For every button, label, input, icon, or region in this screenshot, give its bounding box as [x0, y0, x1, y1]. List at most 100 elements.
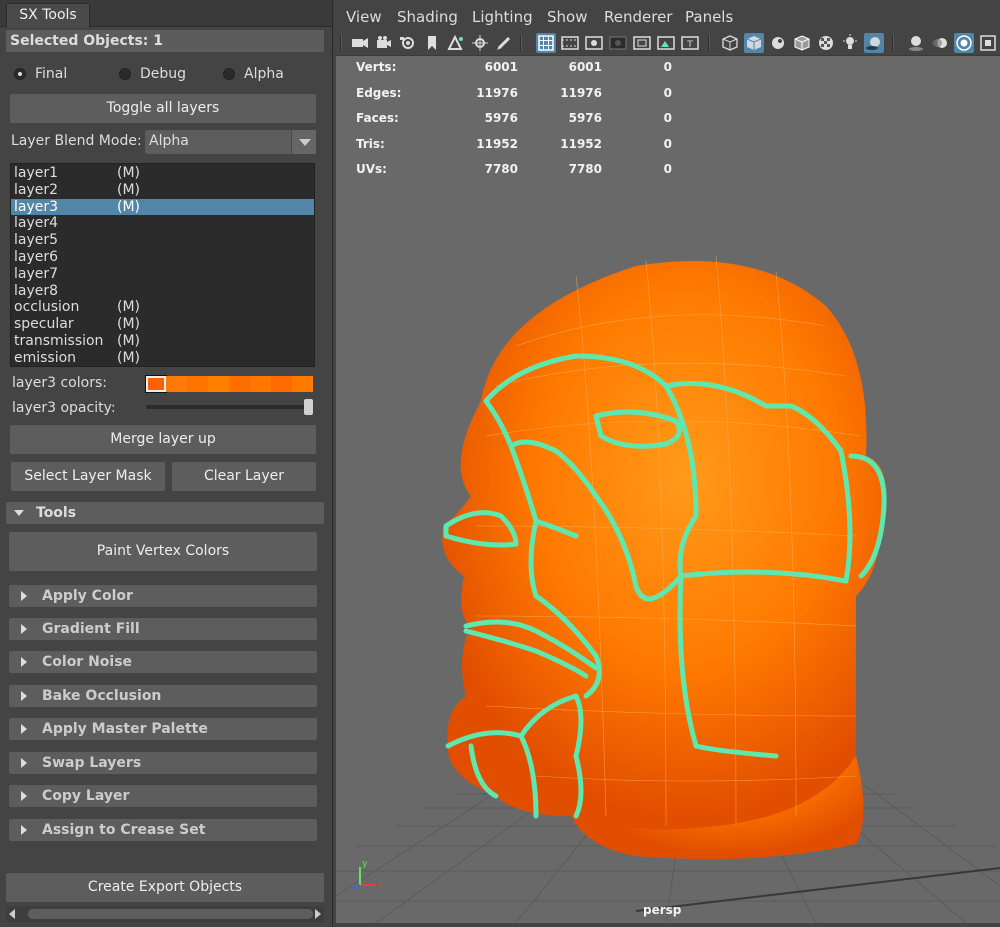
horizontal-scrollbar[interactable] [6, 906, 324, 922]
layer-row[interactable]: layer5 [11, 232, 314, 249]
camera-attributes-icon[interactable] [374, 33, 394, 53]
camera-icon[interactable] [350, 33, 370, 53]
motion-blur-icon[interactable] [930, 33, 950, 53]
active-color-swatch[interactable] [145, 375, 167, 393]
safe-title-icon[interactable]: T [680, 33, 700, 53]
menu-lighting[interactable]: Lighting [472, 8, 533, 26]
layer-colors-label: layer3 colors: [12, 375, 107, 391]
select-layer-mask-button[interactable]: Select Layer Mask [11, 462, 165, 491]
anti-aliasing-icon[interactable] [954, 33, 974, 53]
layer-row[interactable]: layer7 [11, 266, 314, 283]
color-swatch[interactable] [187, 376, 208, 392]
hud-value: 6001 [484, 60, 518, 74]
hud-value: 0 [663, 60, 672, 74]
layer-row[interactable]: layer4 [11, 215, 314, 232]
layer-row[interactable]: layer8 [11, 283, 314, 300]
layer-row[interactable]: occlusion (M) [11, 299, 314, 316]
shadows-icon[interactable] [864, 33, 884, 53]
layer-list[interactable]: layer1 (M) layer2 (M) layer3 (M) layer4 layer5 l… [10, 163, 315, 367]
viewport-menubar: View Shading Lighting Show Renderer Pane… [334, 0, 1000, 30]
smooth-shade-icon[interactable] [744, 33, 764, 53]
menu-show[interactable]: Show [547, 8, 587, 26]
gate-mask-icon[interactable] [608, 33, 628, 53]
radio-final[interactable]: Final [14, 66, 119, 82]
color-swatch[interactable] [250, 376, 271, 392]
perspective-view[interactable]: Verts: 6001 6001 0 Edges: 11976 11976 0 Faces: 59… [336, 56, 1000, 923]
camera-lock-icon[interactable] [398, 33, 418, 53]
layer-row[interactable]: layer6 [11, 249, 314, 266]
toggle-all-layers-button[interactable]: Toggle all layers [10, 94, 316, 123]
2d-pan-zoom-icon[interactable] [470, 33, 490, 53]
menu-panels[interactable]: Panels [685, 8, 733, 26]
layer-name: layer1 [14, 165, 59, 181]
section-copy-layer[interactable]: Copy Layer [9, 785, 317, 807]
color-swatch[interactable] [208, 376, 229, 392]
tools-section-header[interactable]: Tools [6, 502, 324, 524]
opacity-slider-track[interactable] [146, 405, 311, 409]
menu-view[interactable]: View [346, 8, 382, 26]
field-chart-icon[interactable] [632, 33, 652, 53]
section-apply-master-palette[interactable]: Apply Master Palette [9, 718, 317, 740]
tab-sx-tools[interactable]: SX Tools [6, 3, 90, 28]
wireframe-on-shaded-icon[interactable] [792, 33, 812, 53]
section-gradient-fill[interactable]: Gradient Fill [9, 618, 317, 640]
triangle-right-icon [21, 825, 27, 835]
layer-row[interactable]: transmission (M) [11, 333, 314, 350]
section-label: Copy Layer [42, 788, 130, 804]
section-swap-layers[interactable]: Swap Layers [9, 752, 317, 774]
textured-icon[interactable] [816, 33, 836, 53]
grease-pencil-icon[interactable] [494, 33, 514, 53]
use-default-material-icon[interactable] [768, 33, 788, 53]
grid-icon[interactable] [536, 33, 556, 53]
scrollbar-thumb[interactable] [28, 909, 313, 919]
scroll-left-arrow-icon[interactable] [9, 909, 15, 919]
safe-action-icon[interactable] [656, 33, 676, 53]
clear-layer-button[interactable]: Clear Layer [172, 462, 316, 491]
film-gate-icon[interactable] [560, 33, 580, 53]
selected-objects-header: Selected Objects: 1 [6, 30, 324, 52]
create-export-objects-button[interactable]: Create Export Objects [6, 873, 324, 902]
color-swatch[interactable] [229, 376, 250, 392]
merge-layer-up-button[interactable]: Merge layer up [10, 425, 316, 454]
menu-shading[interactable]: Shading [397, 8, 458, 26]
hud-row: Edges: 11976 11976 0 [356, 86, 672, 112]
section-label: Bake Occlusion [42, 688, 162, 704]
image-plane-icon[interactable] [446, 33, 466, 53]
hud-value: 0 [663, 162, 672, 177]
resolution-gate-icon[interactable] [584, 33, 604, 53]
radio-debug[interactable]: Debug [119, 66, 223, 82]
blend-mode-select[interactable]: Alpha [145, 130, 316, 154]
hud-row: Tris: 11952 11952 0 [356, 137, 672, 163]
ambient-occlusion-icon[interactable] [906, 33, 926, 53]
hud-value: 7780 [484, 162, 518, 177]
layer-row[interactable]: emission (M) [11, 350, 314, 367]
bookmark-icon[interactable] [422, 33, 442, 53]
color-swatch[interactable] [166, 376, 187, 392]
layer-row[interactable]: layer3 (M) [11, 198, 314, 216]
color-swatch[interactable] [292, 376, 313, 392]
menu-renderer[interactable]: Renderer [604, 8, 672, 26]
axis-z-label: z [350, 881, 355, 891]
section-bake-occlusion[interactable]: Bake Occlusion [9, 685, 317, 707]
layer-row[interactable]: layer2 (M) [11, 182, 314, 199]
mode-radio-group: Final Debug Alpha [14, 64, 284, 84]
layer-row[interactable]: specular (M) [11, 316, 314, 333]
depth-of-field-icon[interactable] [978, 33, 998, 53]
lighting-icon[interactable] [840, 33, 860, 53]
paint-vertex-colors-button[interactable]: Paint Vertex Colors [9, 532, 317, 571]
radio-dot-icon [14, 68, 26, 80]
layer-flag: (M) [117, 165, 141, 181]
radio-alpha[interactable]: Alpha [223, 66, 284, 82]
section-color-noise[interactable]: Color Noise [9, 651, 317, 673]
scroll-right-arrow-icon[interactable] [315, 909, 321, 919]
wireframe-icon[interactable] [720, 33, 740, 53]
section-apply-color[interactable]: Apply Color [9, 585, 317, 607]
section-assign-to-crease-set[interactable]: Assign to Crease Set [9, 819, 317, 841]
color-swatch[interactable] [271, 376, 292, 392]
layer-row[interactable]: layer1 (M) [11, 165, 314, 182]
axis-x-label: x [378, 881, 384, 891]
3d-viewport-panel: View Shading Lighting Show Renderer Pane… [334, 0, 1000, 927]
opacity-slider-handle[interactable] [304, 399, 313, 415]
layer-name: layer7 [14, 265, 59, 282]
layer-color-swatches[interactable] [145, 375, 313, 393]
